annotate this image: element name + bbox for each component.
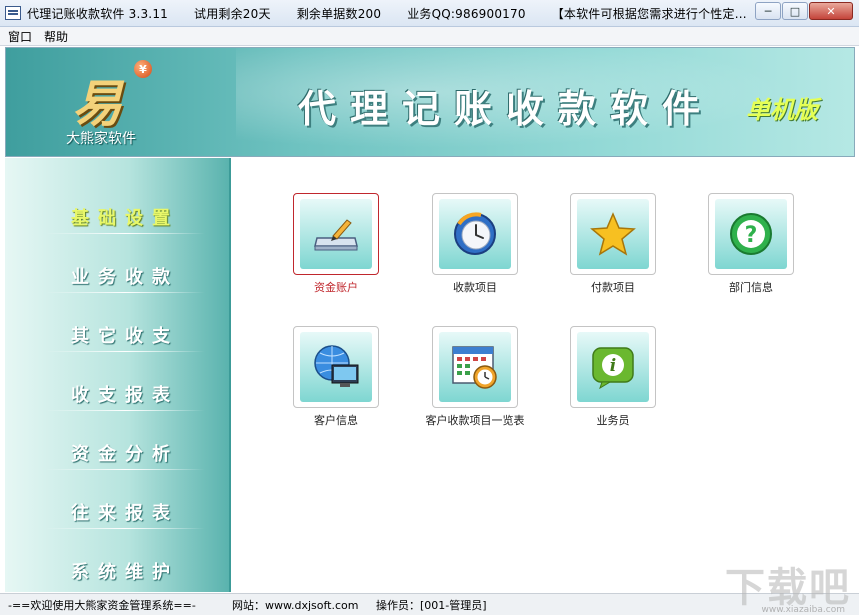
main-content: 资金账户 收款项目 付款项目 ? 部门信息 客户信息 客户收款项目一览表 i 业… [233,158,855,592]
tile-frame [293,193,379,275]
sidebar-item-account-report[interactable]: 往来报表 [5,483,231,541]
status-operator: 操作员：[001-管理员] [376,598,487,612]
tile-icon-bg [300,332,372,402]
tile-frame: i [570,326,656,408]
tile-customer-receipt-list[interactable]: 客户收款项目一览表 [410,326,540,436]
tile-label: 业务员 [596,414,630,427]
globe-monitor-icon [314,345,359,387]
star-icon [590,212,636,256]
window-controls: ─ □ ✕ [754,2,853,20]
logo-caption: 大熊家软件 [66,131,136,147]
account-icon [314,219,358,251]
tile-label: 客户信息 [314,414,358,427]
tile-frame [432,193,518,275]
tile-receipt-items[interactable]: 收款项目 [410,193,540,303]
app-icon [5,6,21,20]
sidebar-item-basic-settings[interactable]: 基础设置 [5,188,231,246]
divider [45,410,205,411]
title-bar: 代理记账收款软件 3.3.11 试用剩余20天 剩余单据数200 业务QQ:98… [0,0,859,27]
clock-icon [454,212,496,255]
divider [45,292,205,293]
sidebar-item-label: 基础设置 [71,208,179,229]
tile-label: 部门信息 [729,281,773,294]
tile-icon-bg: ? [715,199,787,269]
sidebar-item-system-maintenance[interactable]: 系统维护 [5,542,231,600]
svg-text:i: i [610,356,616,376]
title-note: 【本软件可根据您需求进行个性定... [551,6,747,21]
calendar-clock-icon [452,346,497,389]
svg-text:?: ? [745,223,758,248]
divider [45,351,205,352]
tile-icon-bg [439,199,511,269]
tile-department-info[interactable]: ? 部门信息 [686,193,816,303]
sidebar-item-label: 业务收款 [71,267,179,288]
title-remaining-docs: 剩余单据数200 [296,6,382,21]
tile-frame [432,326,518,408]
tile-icon-bg: i [577,332,649,402]
banner-title: 代理记账收款软件 [298,87,715,131]
logo: 易 ¥ [66,58,156,138]
tile-frame: ? [708,193,794,275]
tile-label: 付款项目 [591,281,635,294]
divider [45,528,205,529]
watermark-url: www.xiazaiba.com [761,605,845,615]
status-website: 网站：www.dxjsoft.com [232,598,359,612]
minimize-button[interactable]: ─ [755,2,781,20]
tile-fund-account[interactable]: 资金账户 [271,193,401,303]
tile-label: 收款项目 [453,281,497,294]
divider [45,233,205,234]
tile-label: 资金账户 [314,281,358,294]
tile-frame [293,326,379,408]
sidebar-item-label: 系统维护 [71,562,179,583]
tile-payment-items[interactable]: 付款项目 [548,193,678,303]
header-banner: 易 ¥ 大熊家软件 代理记账收款软件 单机版 [5,47,855,157]
tile-salesperson[interactable]: i 业务员 [548,326,678,436]
edition-badge: 单机版 [746,96,818,124]
coin-icon: ¥ [134,60,152,78]
title-app-version: 代理记账收款软件 3.3.11 [27,6,168,21]
sidebar-item-other-income-expense[interactable]: 其它收支 [5,306,231,364]
sidebar-item-label: 收支报表 [71,385,179,406]
tile-icon-bg [300,199,372,269]
status-welcome: -==欢迎使用大熊家资金管理系统==- [8,598,196,612]
sidebar-item-label: 资金分析 [71,444,179,465]
tile-icon-bg [439,332,511,402]
tile-icon-bg [577,199,649,269]
info-icon: i [592,347,634,389]
close-button[interactable]: ✕ [809,2,853,20]
divider [45,469,205,470]
tile-frame [570,193,656,275]
sidebar-item-label: 往来报表 [71,503,179,524]
menu-window[interactable]: 窗口 [8,28,32,45]
sidebar-item-fund-analysis[interactable]: 资金分析 [5,424,231,482]
window-title: 代理记账收款软件 3.3.11 试用剩余20天 剩余单据数200 业务QQ:98… [27,5,769,22]
title-trial-days: 试用剩余20天 [194,6,271,21]
sidebar: 基础设置 业务收款 其它收支 收支报表 资金分析 往来报表 系统维护 [5,158,231,592]
restore-button[interactable]: □ [782,2,808,20]
menu-bar: 窗口 帮助 [0,27,859,46]
tile-customer-info[interactable]: 客户信息 [271,326,401,436]
sidebar-item-income-expense-report[interactable]: 收支报表 [5,365,231,423]
menu-help[interactable]: 帮助 [44,28,68,45]
help-icon: ? [730,213,772,255]
sidebar-item-label: 其它收支 [71,326,179,347]
title-qq: 业务QQ:986900170 [407,6,526,21]
sidebar-item-business-receipts[interactable]: 业务收款 [5,247,231,305]
logo-mark: 易 [72,74,122,133]
tile-label: 客户收款项目一览表 [425,414,525,427]
